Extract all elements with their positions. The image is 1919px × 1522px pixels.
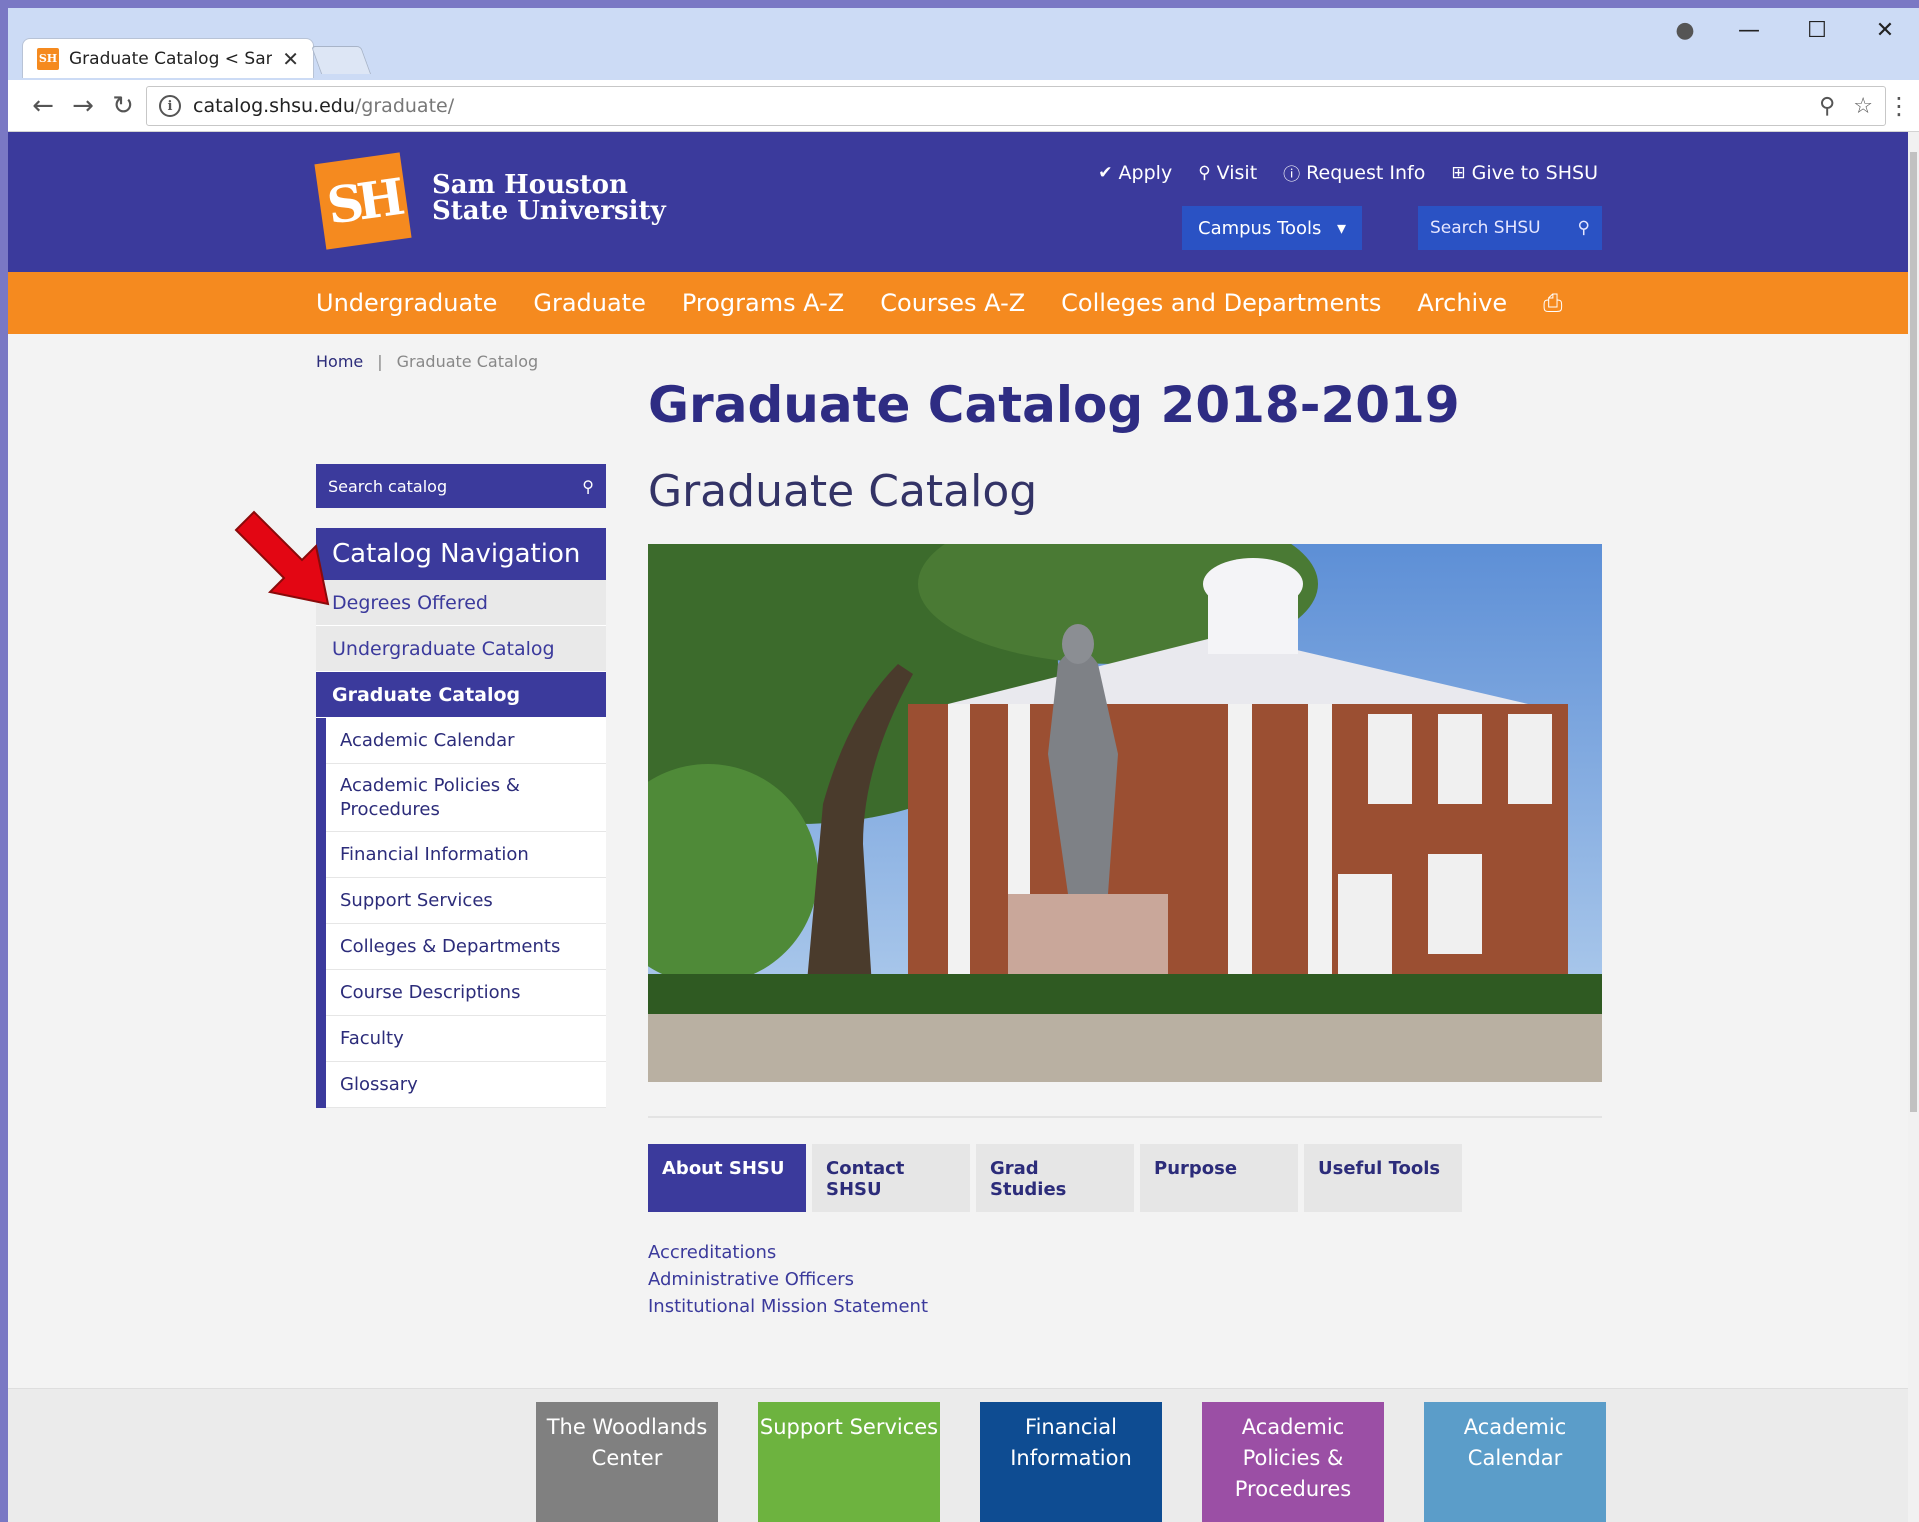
graduate-catalog-submenu: Academic Calendar Academic Policies & Pr… xyxy=(316,718,606,1108)
new-tab-button[interactable] xyxy=(310,46,372,74)
back-arrow-icon[interactable]: ← xyxy=(26,90,60,124)
shsu-favicon-icon: SH xyxy=(37,47,59,70)
quick-link-tiles: The Woodlands Center Support Services Fi… xyxy=(536,1402,1606,1522)
nav-courses-az[interactable]: Courses A-Z xyxy=(880,289,1025,317)
link-mission-statement[interactable]: Institutional Mission Statement xyxy=(648,1296,928,1317)
catalog-search-input[interactable] xyxy=(328,476,548,496)
maximize-icon[interactable]: ☐ xyxy=(1783,18,1851,43)
site-search-input[interactable] xyxy=(1430,218,1560,238)
link-administrative-officers[interactable]: Administrative Officers xyxy=(648,1269,928,1290)
sidebar-item-support-services[interactable]: Support Services xyxy=(326,878,606,924)
sidebar-item-graduate-catalog[interactable]: Graduate Catalog xyxy=(316,672,606,718)
sidebar-item-colleges-departments[interactable]: Colleges & Departments xyxy=(326,924,606,970)
link-accreditations[interactable]: Accreditations xyxy=(648,1242,928,1263)
tab-purpose[interactable]: Purpose xyxy=(1140,1144,1298,1212)
tab-title: Graduate Catalog < Sam xyxy=(69,48,273,69)
print-icon[interactable]: ⎙ xyxy=(1543,289,1562,317)
nav-undergraduate[interactable]: Undergraduate xyxy=(316,289,497,317)
tile-financial-information[interactable]: Financial Information xyxy=(980,1402,1162,1522)
zoom-icon[interactable]: ⚲ xyxy=(1819,94,1835,119)
give-link[interactable]: ⊞ Give to SHSU xyxy=(1451,160,1598,185)
campus-tools-label: Campus Tools xyxy=(1198,217,1322,239)
shsu-logo-icon[interactable]: SH xyxy=(314,152,412,250)
site-logo-text[interactable]: Sam Houston State University xyxy=(432,172,666,224)
tab-contact-shsu[interactable]: Contact SHSU xyxy=(812,1144,970,1212)
close-window-icon[interactable]: ✕ xyxy=(1851,18,1919,43)
about-links: Accreditations Administrative Officers I… xyxy=(648,1242,928,1317)
catalog-search: ⚲ xyxy=(316,464,606,508)
sidebar-item-academic-calendar[interactable]: Academic Calendar xyxy=(326,718,606,764)
give-label: Give to SHSU xyxy=(1471,161,1598,184)
tile-woodlands-center[interactable]: The Woodlands Center xyxy=(536,1402,718,1522)
site-header: SH Sam Houston State University ✔ Apply ⚲… xyxy=(8,132,1908,272)
main-nav: Undergraduate Graduate Programs A-Z Cour… xyxy=(8,272,1908,334)
page-body: SH Sam Houston State University ✔ Apply ⚲… xyxy=(8,132,1908,1522)
tile-academic-calendar[interactable]: Academic Calendar xyxy=(1424,1402,1606,1522)
tab-useful-tools[interactable]: Useful Tools xyxy=(1304,1144,1462,1212)
utility-links: ✔ Apply ⚲ Visit ⓘ Request Info ⊞ Give to SHS… xyxy=(1098,160,1598,186)
breadcrumb-home[interactable]: Home xyxy=(316,352,363,371)
catalog-navigation: Catalog Navigation Degrees Offered Under… xyxy=(316,528,606,1108)
apply-label: Apply xyxy=(1118,161,1173,184)
content-title: Graduate Catalog xyxy=(648,466,1038,517)
breadcrumb-separator: | xyxy=(377,352,383,371)
gift-icon: ⊞ xyxy=(1451,162,1466,183)
sidebar-item-undergraduate-catalog[interactable]: Undergraduate Catalog xyxy=(316,626,606,672)
tab-grad-studies[interactable]: Grad Studies xyxy=(976,1144,1134,1212)
request-info-label: Request Info xyxy=(1306,161,1426,184)
browser-tab[interactable]: SH Graduate Catalog < Sam ✕ xyxy=(22,38,314,78)
info-icon[interactable]: i xyxy=(159,95,181,117)
sidebar-item-faculty[interactable]: Faculty xyxy=(326,1016,606,1062)
scrollbar-thumb[interactable] xyxy=(1910,152,1917,1112)
catalog-navigation-title: Catalog Navigation xyxy=(316,528,606,580)
forward-arrow-icon[interactable]: → xyxy=(66,90,100,124)
sidebar-item-glossary[interactable]: Glossary xyxy=(326,1062,606,1108)
nav-graduate[interactable]: Graduate xyxy=(533,289,646,317)
url-host: catalog.shsu.edu xyxy=(193,95,355,117)
sidebar-item-degrees-offered[interactable]: Degrees Offered xyxy=(316,580,606,626)
section-divider xyxy=(648,1116,1602,1118)
map-pin-icon: ⚲ xyxy=(1198,162,1211,183)
apply-link[interactable]: ✔ Apply xyxy=(1098,160,1172,185)
close-tab-icon[interactable]: ✕ xyxy=(282,47,299,71)
tab-about-shsu[interactable]: About SHSU xyxy=(648,1144,806,1212)
url-path: /graduate/ xyxy=(354,95,455,117)
breadcrumb: Home | Graduate Catalog xyxy=(316,352,538,371)
nav-archive[interactable]: Archive xyxy=(1417,289,1507,317)
bookmark-star-icon[interactable]: ☆ xyxy=(1853,94,1873,119)
logo-line-2: State University xyxy=(432,196,666,226)
sidebar-item-academic-policies[interactable]: Academic Policies & Procedures xyxy=(326,764,606,832)
site-search: ⚲ xyxy=(1418,206,1602,250)
info-tabs: About SHSU Contact SHSU Grad Studies Pur… xyxy=(648,1144,1462,1212)
browser-toolbar: ← → ↻ i catalog.shsu.edu /graduate/ ⚲ ☆ … xyxy=(8,80,1919,132)
info-circle-icon: ⓘ xyxy=(1283,165,1301,185)
sidebar-item-course-descriptions[interactable]: Course Descriptions xyxy=(326,970,606,1016)
page-title: Graduate Catalog 2018-2019 xyxy=(648,376,1460,434)
search-icon[interactable]: ⚲ xyxy=(1578,218,1590,238)
annotation-arrow-shape xyxy=(234,510,330,606)
sidebar-item-financial-information[interactable]: Financial Information xyxy=(326,832,606,878)
reload-icon[interactable]: ↻ xyxy=(106,90,140,124)
campus-tools-dropdown[interactable]: Campus Tools ▾ xyxy=(1182,206,1362,250)
search-icon[interactable]: ⚲ xyxy=(582,477,594,496)
window-controls: ● — ☐ ✕ xyxy=(1655,8,1919,52)
logo-line-1: Sam Houston xyxy=(432,170,628,200)
visit-label: Visit xyxy=(1216,161,1258,184)
minimize-icon[interactable]: — xyxy=(1715,18,1783,43)
annotation-arrow-icon xyxy=(234,510,330,606)
nav-programs-az[interactable]: Programs A-Z xyxy=(682,289,844,317)
profile-icon[interactable]: ● xyxy=(1655,18,1715,43)
tile-support-services[interactable]: Support Services xyxy=(758,1402,940,1522)
breadcrumb-current: Graduate Catalog xyxy=(396,352,539,371)
caret-down-icon: ▾ xyxy=(1336,217,1346,239)
visit-link[interactable]: ⚲ Visit xyxy=(1198,160,1257,185)
checkmark-icon: ✔ xyxy=(1098,162,1113,183)
campus-hero-image xyxy=(648,544,1602,1082)
request-info-link[interactable]: ⓘ Request Info xyxy=(1283,160,1426,186)
nav-colleges-departments[interactable]: Colleges and Departments xyxy=(1061,289,1381,317)
tile-academic-policies[interactable]: Academic Policies & Procedures xyxy=(1202,1402,1384,1522)
address-bar[interactable]: i catalog.shsu.edu /graduate/ ⚲ ☆ xyxy=(146,86,1886,126)
page-scrollbar[interactable] xyxy=(1908,132,1919,1522)
browser-menu-icon[interactable]: ⋮ xyxy=(1887,92,1911,120)
